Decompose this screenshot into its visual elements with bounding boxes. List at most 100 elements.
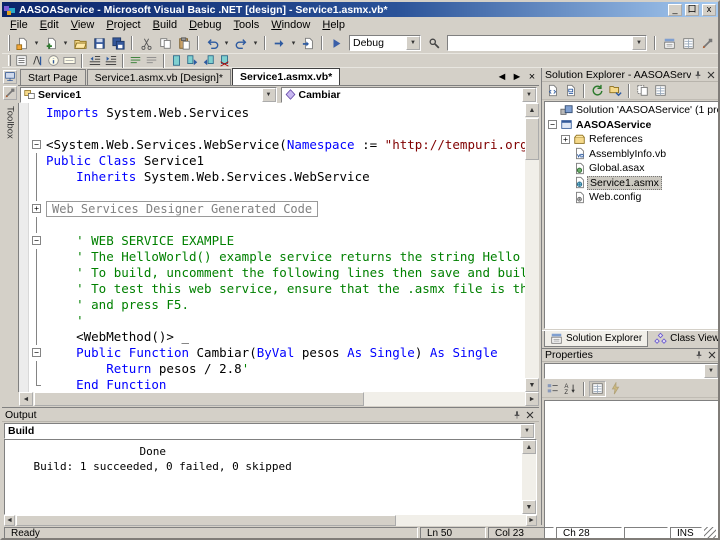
toolbar-button-word-completion[interactable] [30,54,45,67]
output-content[interactable]: Done Build: 1 succeeded, 0 failed, 0 ski… [4,439,537,515]
vscroll-thumb[interactable] [525,118,539,160]
editor-hscrollbar[interactable]: ◄ ► [19,392,539,406]
toolbar-button-cut[interactable] [137,34,155,52]
editor-tab-service1-asmx-vb-design-[interactable]: Service1.asmx.vb [Design]* [86,69,232,85]
toolbar-button-save-all[interactable] [109,34,127,52]
toolbar-button-navigate[interactable] [270,34,288,52]
chevron-down-icon[interactable]: ▾ [32,34,41,52]
toolbar-button-indent-decrease[interactable] [87,54,102,67]
tree-item-assemblyinfo-vb[interactable]: AssemblyInfo.vb [545,147,718,162]
tab-scroll-right-button[interactable]: ► [510,70,524,83]
chevron-down-icon[interactable]: ▾ [61,34,70,52]
toolbar-button-save[interactable] [90,34,108,52]
menu-help[interactable]: Help [316,18,351,32]
scroll-up-icon[interactable]: ▲ [525,103,539,117]
toolbar-button-member-list[interactable] [14,54,29,67]
toolbar-button-bookmark-clear[interactable] [217,54,232,67]
fold-expand-icon[interactable]: + [561,134,570,144]
close-icon[interactable] [704,69,717,81]
editor-vscrollbar[interactable]: ▲ ▼ [525,103,539,392]
editor-tab-service1-asmx-vb-[interactable]: Service1.asmx.vb* [232,68,341,85]
find-combo[interactable]: ▼ [447,35,647,51]
toolbar-button-parameter-info[interactable] [62,54,77,67]
chevron-down-icon[interactable]: ▾ [222,34,231,52]
solution-explorer-view-designer-button[interactable] [562,83,579,99]
toolbar-grip[interactable] [8,55,11,66]
pin-icon[interactable] [692,349,705,361]
properties-categorized-button[interactable] [544,381,561,397]
menu-debug[interactable]: Debug [183,18,227,32]
chevron-down-icon[interactable]: ▾ [251,34,260,52]
scroll-down-icon[interactable]: ▼ [522,500,536,514]
toolbox-autohide-label[interactable]: Toolbox [5,106,16,139]
menu-window[interactable]: Window [265,18,316,32]
properties-prop-sheet-button[interactable] [589,380,606,397]
menu-build[interactable]: Build [147,18,183,32]
fold-collapse-icon[interactable]: − [548,120,557,130]
tree-item-service1-asmx[interactable]: Service1.asmx [545,175,718,191]
document-close-button[interactable]: × [525,70,539,83]
pin-icon[interactable] [691,69,704,81]
server-explorer-autohide-tab[interactable] [3,70,17,84]
toolbar-button-bookmark-prev[interactable] [201,54,216,67]
toolbar-button-bookmark-next[interactable] [185,54,200,67]
properties-grid[interactable] [544,400,718,538]
fold-collapse-icon[interactable]: − [32,236,41,245]
fold-expand-icon[interactable]: + [32,204,41,213]
tree-item-web-config[interactable]: Web.config [545,190,718,205]
toolbar-button-paste[interactable] [175,34,193,52]
toolbar-button-open[interactable] [71,34,89,52]
toolbar-button-quick-info[interactable] [46,54,61,67]
menu-tools[interactable]: Tools [228,18,266,32]
scroll-left-icon[interactable]: ◄ [4,515,15,526]
solution-explorer-view-code-button[interactable] [544,83,561,99]
solexp-tab-class-view[interactable]: Class View [648,331,718,347]
hscroll-thumb[interactable] [16,515,396,526]
solution-explorer-properties-window-button[interactable] [652,83,669,99]
toolbar-grip[interactable] [8,35,10,51]
chevron-down-icon[interactable]: ▼ [406,36,420,50]
toolbar-button-solution-explorer[interactable] [660,34,678,52]
chevron-down-icon[interactable]: ▼ [520,424,534,438]
output-pane-combo[interactable]: Build ▼ [4,423,535,439]
tree-item-references[interactable]: + References [545,132,718,147]
toolbar-button-properties-window[interactable] [679,34,697,52]
toolbar-button-comment-block[interactable] [128,54,143,67]
menu-file[interactable]: File [4,18,34,32]
solexp-tab-solution-explorer[interactable]: Solution Explorer [544,331,649,347]
fold-margin[interactable]: − [29,233,46,249]
solution-explorer-show-all-files-button[interactable] [634,83,651,99]
scroll-up-icon[interactable]: ▲ [522,440,536,454]
menu-project[interactable]: Project [100,18,146,32]
output-hscrollbar[interactable]: ◄ ► [4,515,537,526]
fold-margin[interactable]: + [29,201,46,217]
tree-item-solution-aasoaservice-1-project-[interactable]: Solution 'AASOAService' (1 project) [545,103,718,118]
chevron-down-icon[interactable]: ▼ [261,87,276,102]
toolbar-button-uncomment-block[interactable] [144,54,159,67]
toolbar-button-redo[interactable] [232,34,250,52]
properties-object-combo[interactable]: ▼ [544,363,718,379]
restore-button[interactable]: 口 [685,3,699,16]
window-titlebar[interactable]: AASOAService - Microsoft Visual Basic .N… [2,2,718,17]
solution-explorer-copy-web-button[interactable] [607,83,624,99]
tab-scroll-left-button[interactable]: ◄ [495,70,509,83]
tree-expander[interactable]: + [560,134,571,144]
menu-edit[interactable]: Edit [34,18,65,32]
chevron-down-icon[interactable]: ▾ [289,34,298,52]
tree-item-global-asax[interactable]: Global.asax [545,161,718,176]
toolbar-button-toolbox[interactable] [698,34,716,52]
editor-tab-start-page[interactable]: Start Page [20,69,86,85]
close-icon[interactable] [705,349,718,361]
menu-view[interactable]: View [65,18,101,32]
solution-explorer-refresh-button[interactable] [589,83,606,99]
tree-expander[interactable]: − [547,120,558,130]
close-button[interactable]: x [702,3,716,16]
toolbar-button-add-item[interactable] [42,34,60,52]
toolbar-button-goto[interactable] [299,34,317,52]
tree-item-aasoaservice[interactable]: − AASOAService [545,118,718,133]
output-vscrollbar[interactable]: ▲ ▼ [522,440,536,514]
debug-config-combo[interactable]: Debug ▼ [349,35,421,51]
properties-alphabetical-button[interactable]: AZ [562,381,579,397]
chevron-down-icon[interactable]: ▼ [632,36,646,50]
toolbar-button-bookmark-toggle[interactable] [169,54,184,67]
